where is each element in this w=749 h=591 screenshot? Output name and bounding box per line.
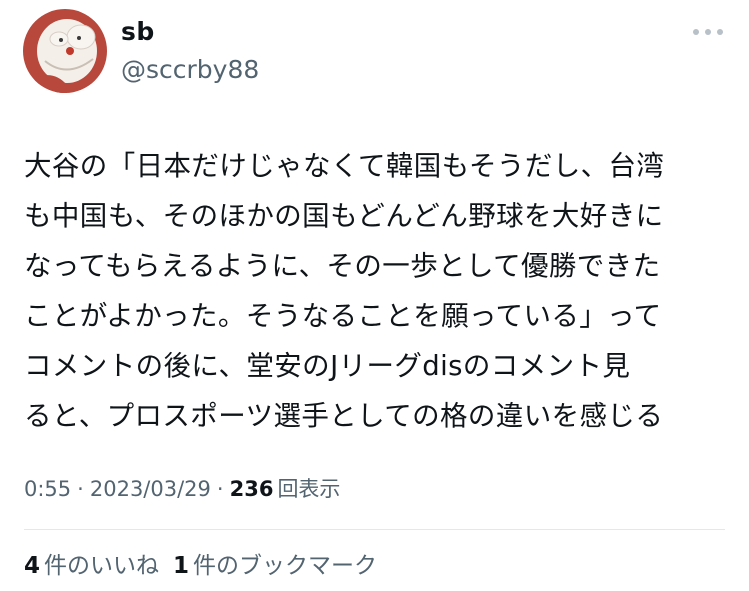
avatar-icon — [23, 9, 107, 93]
display-name[interactable]: sb — [121, 16, 155, 48]
more-horizontal-icon[interactable] — [693, 22, 723, 42]
tweet-text-line: 大谷の「日本だけじゃなくて韓国もそうだし、台湾 — [24, 150, 665, 182]
tweet-text: 大谷の「日本だけじゃなくて韓国もそうだし、台湾 も中国も、そのほかの国もどんどん… — [24, 141, 724, 441]
tweet-text-line: コメントの後に、堂安のJリーグdisのコメント見 — [24, 350, 631, 382]
likes-label: 件のいいね — [44, 553, 160, 579]
views-count: 236 — [229, 477, 274, 501]
meta-separator: · — [77, 477, 84, 501]
likes-count: 4 — [24, 553, 41, 579]
tweet-text-line: ことがよかった。そうなることを願っている」って — [24, 300, 662, 332]
tweet-text-line: ると、プロスポーツ選手としての格の違いを感じる — [24, 400, 664, 432]
bookmarks-label: 件のブックマーク — [193, 553, 378, 579]
meta-separator: · — [216, 477, 224, 501]
tweet-text-line: なってもらえるように、その一歩として優勝できた — [24, 250, 661, 282]
more-dot — [717, 29, 723, 35]
more-dot — [705, 29, 711, 35]
tweet-time[interactable]: 0:55 — [24, 477, 71, 501]
more-dot — [693, 29, 699, 35]
avatar[interactable] — [23, 9, 107, 93]
views-label: 回表示 — [277, 477, 341, 501]
engagement-stats: 4 件のいいね 1 件のブックマーク — [24, 549, 377, 583]
user-handle[interactable]: @sccrby88 — [121, 54, 259, 86]
tweet-date[interactable]: 2023/03/29 — [90, 477, 211, 501]
likes-stat[interactable]: 4 件のいいね — [24, 553, 159, 579]
divider — [24, 529, 725, 530]
bookmarks-stat[interactable]: 1 件のブックマーク — [173, 553, 377, 579]
tweet-text-line: も中国も、そのほかの国もどんどん野球を大好きに — [24, 200, 664, 232]
bookmarks-count: 1 — [173, 553, 190, 579]
tweet-meta: 0:55 · 2023/03/29 · 236 回表示 — [24, 473, 340, 505]
